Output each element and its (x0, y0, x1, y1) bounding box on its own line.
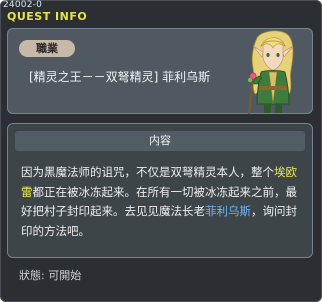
window-title: QUEST INFO (7, 10, 88, 23)
quest-content-panel: 内容 因为黑魔法师的诅咒，不仅是双弩精灵本人，整个埃欧雷都正在被冰冻起来。在所有… (7, 123, 313, 258)
quest-description: 因为黑魔法师的诅咒，不仅是双弩精灵本人，整个埃欧雷都正在被冰冻起来。在所有一切被… (21, 163, 303, 241)
window-titlebar[interactable]: 24002-0 QUEST INFO (0, 0, 322, 26)
content-header: 内容 (15, 131, 305, 151)
description-text: 因为黑魔法师的诅咒，不仅是双弩精灵本人，整个 (21, 165, 274, 179)
job-label: 職業 (19, 40, 75, 57)
quest-status: 狀態: 可開始 (19, 269, 82, 282)
npc-panel: 職業 [精灵之王－－双弩精灵] 菲利乌斯 (7, 28, 313, 114)
npc-link-philius[interactable]: 菲利乌斯 (205, 204, 251, 218)
npc-portrait (247, 30, 294, 114)
quest-info-window: 24002-0 QUEST INFO 職業 [精灵之王－－双弩精灵] 菲利乌斯 (0, 0, 322, 302)
npc-name: [精灵之王－－双弩精灵] 菲利乌斯 (29, 70, 211, 84)
